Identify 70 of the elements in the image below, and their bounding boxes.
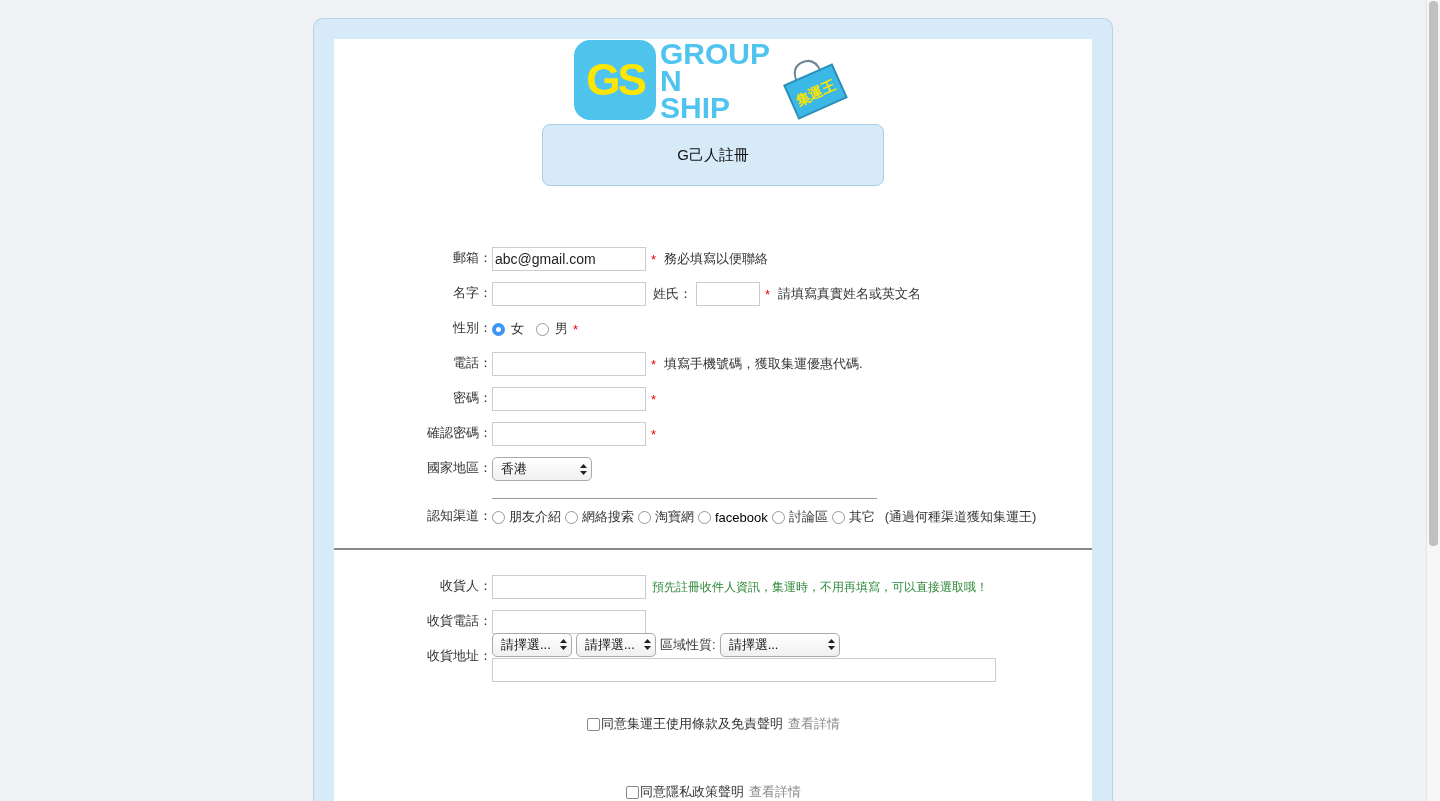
radio-button[interactable] (492, 510, 505, 524)
field-label: 區域性質: (660, 635, 716, 654)
text-input[interactable] (492, 575, 646, 599)
field-label: 電話： (452, 354, 492, 372)
field-note: 務必填寫以便聯絡 (664, 250, 769, 268)
field-label: 國家地區： (426, 459, 492, 477)
radio-button[interactable] (565, 510, 578, 524)
field-label: 收貨人： (439, 577, 492, 595)
radio-button[interactable] (831, 510, 845, 524)
details-link[interactable]: 查看詳情 (748, 783, 801, 801)
logo-text: GROUP (660, 39, 770, 67)
select-field[interactable]: 請擇選... (492, 632, 572, 657)
page-title: G己人註冊 (542, 124, 884, 186)
select-field[interactable]: 請擇選... (719, 632, 840, 657)
select-field[interactable]: 請擇選... (576, 632, 656, 657)
field-note: (通過何種渠道獲知集運王) (884, 508, 1037, 526)
caret-icon (560, 639, 567, 650)
required-mark: * (651, 356, 657, 372)
field-label: 確認密碼： (426, 424, 492, 442)
radio-label: 其它 (848, 508, 875, 526)
text-input[interactable] (492, 610, 646, 634)
caret-icon (827, 639, 835, 650)
radio-label: 男 (555, 320, 568, 338)
required-mark: * (765, 286, 771, 302)
text-input[interactable]: abc@gmail.com (492, 247, 646, 271)
radio-label: 女 (511, 320, 524, 338)
field-hint: 預先註冊收件人資訊，集運時，不用再填寫，可以直接選取哦！ (652, 578, 988, 596)
field-label: 郵箱： (452, 249, 492, 267)
required-mark: * (651, 426, 657, 442)
required-mark: * (573, 321, 579, 337)
caret-icon (644, 639, 651, 650)
text-input[interactable] (492, 422, 646, 446)
agreement-text: 同意隱私政策聲明 (639, 783, 744, 801)
radio-label: 朋友介紹 (509, 508, 561, 526)
agreement-text: 同意集運王使用條款及免責聲明 (600, 715, 783, 733)
checkbox[interactable] (586, 717, 600, 731)
field-label: 收貨地址： (426, 647, 492, 665)
field-label: 性別： (452, 319, 492, 337)
caret-icon (580, 463, 587, 475)
required-mark: * (651, 391, 657, 407)
radio-label: 網絡搜索 (582, 508, 634, 526)
field-note: 填寫手機號碼，獲取集運優惠代碼. (664, 355, 863, 373)
logo-badge: GS (574, 40, 656, 120)
text-input[interactable] (492, 282, 646, 306)
logo-text: SHIP (660, 93, 731, 121)
radio-button[interactable] (698, 510, 711, 524)
text-input[interactable] (696, 282, 760, 306)
field-label: 認知渠道： (426, 507, 492, 525)
radio-button[interactable] (536, 322, 549, 336)
field-label: 收貨電話： (426, 612, 492, 630)
radio-label: facebook (715, 509, 768, 525)
required-mark: * (651, 251, 657, 267)
details-link[interactable]: 查看詳情 (787, 715, 840, 733)
checkbox[interactable] (625, 785, 639, 799)
field-label: 密碼： (452, 389, 492, 407)
field-label: 姓氏： (653, 285, 692, 303)
select-field[interactable]: 香港 (492, 457, 592, 481)
scrollbar[interactable] (1426, 0, 1440, 801)
radio-label: 討論區 (788, 508, 828, 526)
radio-button[interactable] (638, 510, 651, 524)
radio-label: 淘寶網 (655, 508, 694, 526)
address-input[interactable] (492, 657, 996, 682)
text-input[interactable] (492, 352, 646, 376)
field-note: 請填寫真實姓名或英文名 (778, 285, 922, 303)
logo-text: N (660, 66, 682, 94)
scrollbar-thumb[interactable] (1429, 1, 1438, 546)
radio-button[interactable] (492, 322, 505, 336)
radio-button[interactable] (771, 510, 785, 524)
text-input[interactable] (492, 387, 646, 411)
field-label: 名字： (452, 284, 492, 302)
